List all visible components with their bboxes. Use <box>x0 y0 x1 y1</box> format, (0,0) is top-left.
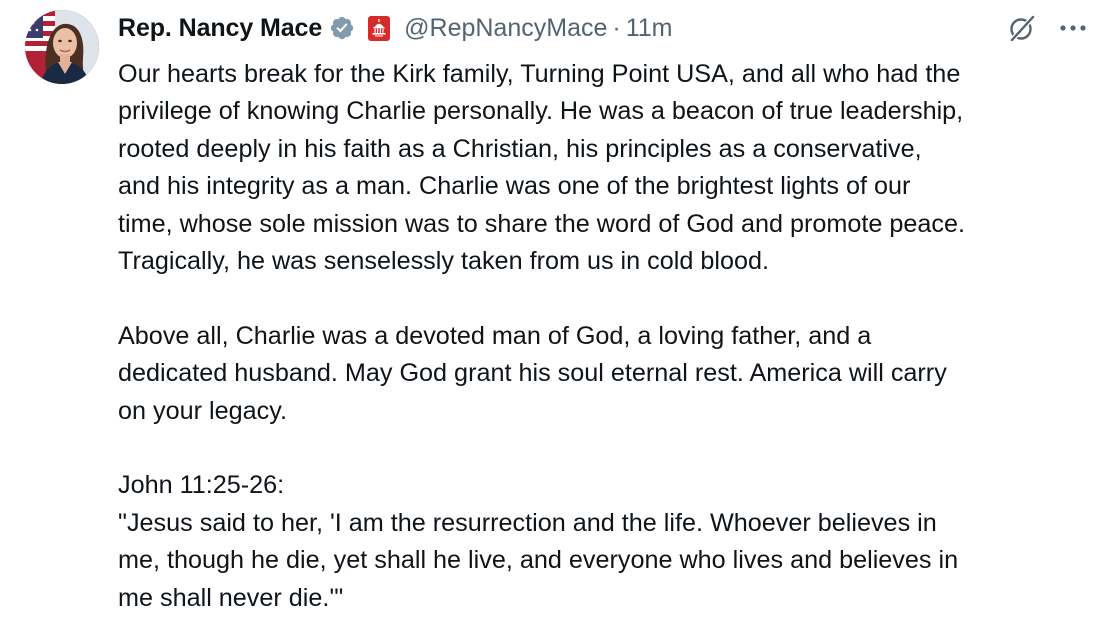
text-line: time, whose sole mission was to share th… <box>118 209 966 238</box>
post: Rep. Nancy Mace @RepNancyMace · 11m Our … <box>0 0 1119 629</box>
grok-icon[interactable] <box>1006 12 1038 44</box>
text-line: Tragically, he was senselessly taken fro… <box>118 247 769 276</box>
text-line: and his integrity as a man. Charlie was … <box>118 172 911 201</box>
text-line: privilege of knowing Charlie personally.… <box>118 97 964 126</box>
text-line: Above all, Charlie was a devoted man of … <box>118 321 872 350</box>
post-text: Our hearts break for the Kirk family, Tu… <box>118 56 1108 617</box>
text-line: me, though he die, yet shall he live, an… <box>118 546 959 575</box>
post-paragraph: John 11:25-26: "Jesus said to her, 'I am… <box>118 467 1108 617</box>
timestamp[interactable]: 11m <box>626 14 673 43</box>
text-line: rooted deeply in his faith as a Christia… <box>118 134 922 163</box>
separator-dot: · <box>612 13 621 42</box>
text-line: on your legacy. <box>118 396 287 425</box>
text-line: John 11:25-26: <box>118 471 285 500</box>
text-line: dedicated husband. May God grant his sou… <box>118 359 947 388</box>
avatar-photo <box>25 10 99 84</box>
text-line: Our hearts break for the Kirk family, Tu… <box>118 60 961 88</box>
more-options-icon[interactable] <box>1056 12 1090 44</box>
avatar[interactable] <box>25 10 99 84</box>
capitol-affiliation-icon[interactable] <box>368 15 391 41</box>
post-header: Rep. Nancy Mace @RepNancyMace · 11m <box>118 10 673 46</box>
user-handle[interactable]: @RepNancyMace <box>404 14 607 43</box>
post-paragraph: Our hearts break for the Kirk family, Tu… <box>118 56 1108 280</box>
post-paragraph: Above all, Charlie was a devoted man of … <box>118 318 1108 430</box>
text-line: "Jesus said to her, 'I am the resurrecti… <box>118 508 937 537</box>
text-line: me shall never die.'" <box>118 583 344 612</box>
verified-badge-icon[interactable] <box>329 15 355 41</box>
display-name[interactable]: Rep. Nancy Mace <box>118 14 322 43</box>
